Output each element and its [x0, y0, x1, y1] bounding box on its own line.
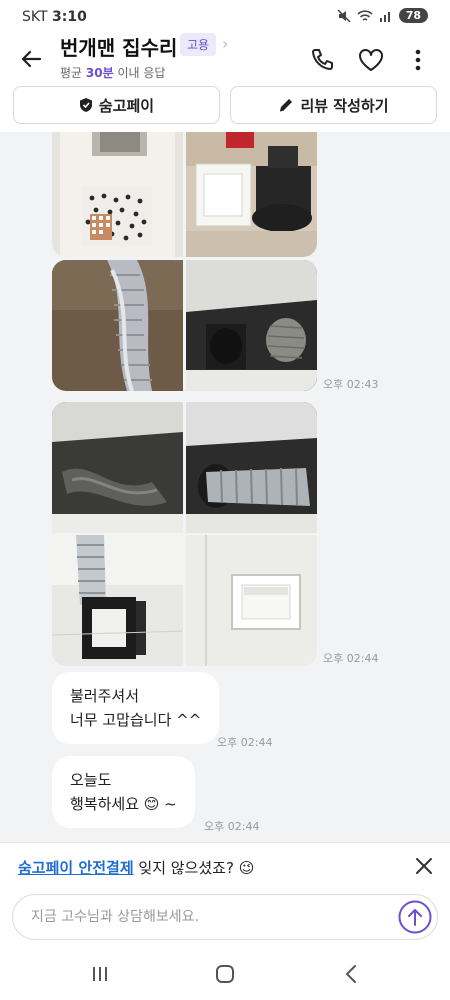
soomgo-pay-button[interactable]: 숨고페이 [13, 86, 220, 124]
message-time: 오후 02:44 [204, 820, 260, 833]
send-arrow-icon[interactable] [398, 900, 432, 934]
system-nav-bar [0, 948, 450, 1000]
soomgo-pay-label: 숨고페이 [98, 96, 155, 115]
response-time: 평균 30분 이내 응답 [60, 64, 165, 81]
message-line: 행복하세요 😊 ~ [70, 795, 177, 813]
photo-flex-duct[interactable] [52, 260, 183, 391]
status-bar: SKT 3:10 78 [0, 0, 450, 30]
message-time: 오후 02:44 [217, 736, 273, 749]
photo-new-vent-cover[interactable] [186, 535, 317, 666]
photo-silver-duct[interactable] [186, 402, 317, 533]
battery-icon: 78 [398, 8, 428, 23]
signal-icon [379, 11, 390, 22]
message-bubble[interactable]: 오늘도 행복하세요 😊 ~ [52, 756, 195, 828]
status-carrier-time: SKT 3:10 [22, 9, 87, 25]
photo-fan-housing[interactable] [52, 535, 183, 666]
chevron-right-icon[interactable]: › [222, 34, 228, 53]
close-icon[interactable] [412, 854, 436, 878]
home-icon[interactable] [213, 962, 237, 986]
photo-vent-grille-removed[interactable] [52, 132, 183, 257]
write-review-label: 리뷰 작성하기 [300, 96, 389, 115]
message-time: 오후 02:43 [323, 378, 379, 391]
message-line: 오늘도 [70, 771, 112, 789]
photo-switch-and-fan[interactable] [186, 132, 317, 257]
response-highlight: 30분 [85, 66, 114, 80]
write-review-button[interactable]: 리뷰 작성하기 [230, 86, 437, 124]
status-icons: 78 [337, 8, 428, 23]
chat-header: 번개맨 집수리 고용 › 평균 30분 이내 응답 숨고페이 리뷰 작성하기 [0, 30, 450, 132]
wifi-icon [357, 9, 373, 21]
message-input[interactable] [12, 894, 438, 940]
safe-payment-notice: 숨고페이 안전결제 잊지 않으셨죠? 😉 [0, 842, 450, 890]
carrier: SKT [22, 9, 48, 25]
back-arrow-icon[interactable] [16, 44, 46, 74]
response-prefix: 평균 [60, 66, 86, 80]
message-line: 불러주셔서 [70, 687, 140, 705]
status-badge: 고용 [180, 33, 217, 56]
recents-icon[interactable] [88, 962, 112, 986]
page-title[interactable]: 번개맨 집수리 [60, 32, 177, 61]
chat-area[interactable]: 오후 02:43 오후 02:44 불러주셔서 너무 고맙습니다 ^^ 오후 0… [0, 132, 450, 842]
message-time: 오후 02:44 [323, 652, 379, 665]
message-bubble[interactable]: 불러주셔서 너무 고맙습니다 ^^ [52, 672, 220, 744]
phone-icon[interactable] [308, 46, 336, 74]
more-vertical-icon[interactable] [404, 46, 432, 74]
photo-duct-in-ceiling[interactable] [52, 402, 183, 533]
pencil-icon [280, 99, 293, 112]
clock: 3:10 [52, 9, 87, 25]
message-line: 너무 고맙습니다 ^^ [70, 711, 202, 729]
shield-icon [79, 98, 92, 112]
notice-text: 숨고페이 안전결제 잊지 않으셨죠? 😉 [18, 857, 254, 878]
mute-icon [337, 8, 351, 23]
response-suffix: 이내 응답 [113, 66, 166, 80]
notice-rest: 잊지 않으셨죠? 😉 [133, 859, 255, 877]
photo-ceiling-cavity[interactable] [186, 260, 317, 391]
safe-payment-link[interactable]: 숨고페이 안전결제 [18, 859, 134, 877]
nav-back-icon[interactable] [340, 962, 364, 986]
heart-icon[interactable] [357, 46, 385, 74]
message-composer [0, 890, 450, 948]
